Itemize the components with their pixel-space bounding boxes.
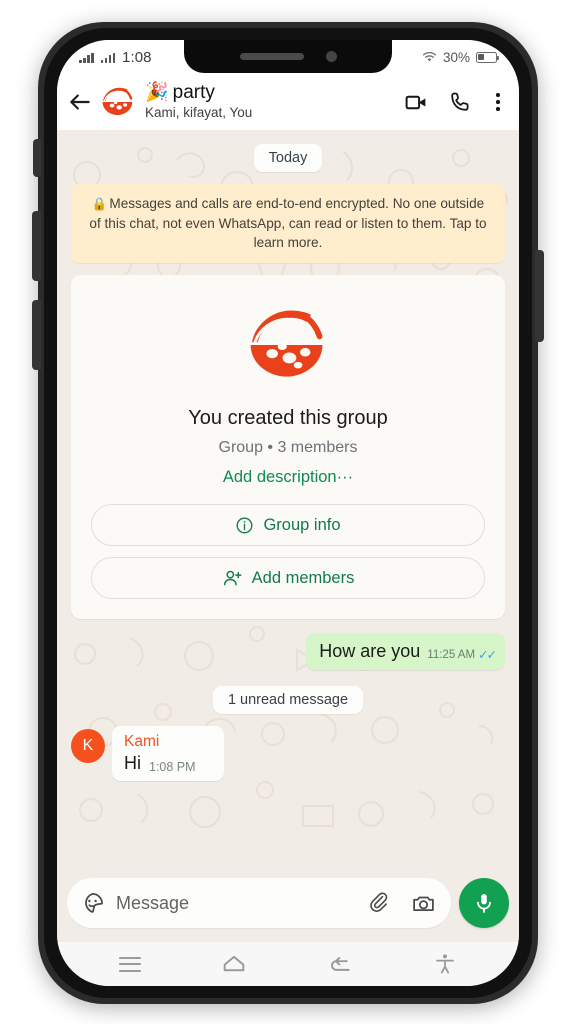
front-camera: [325, 51, 337, 62]
phone-call-icon[interactable]: [448, 90, 472, 114]
group-created-card: You created this group Group • 3 members…: [71, 275, 505, 620]
home-icon[interactable]: [221, 951, 247, 977]
cellular-signal-icon: [79, 52, 94, 63]
group-info-button-label: Group info: [263, 515, 341, 534]
party-emoji-icon: 🎉: [145, 82, 169, 104]
add-description-link[interactable]: Add description···: [91, 468, 485, 487]
lock-icon: 🔒: [91, 197, 108, 211]
header-text-block[interactable]: 🎉 party Kami, kifayat, You: [145, 82, 392, 121]
android-navigation-bar: [57, 942, 519, 986]
group-avatar-pizza-icon[interactable]: [99, 83, 137, 121]
sticker-emoji-icon[interactable]: [80, 891, 105, 916]
phone-power-button[interactable]: [535, 250, 544, 342]
chat-title: party: [172, 82, 215, 104]
message-sender-name: Kami: [124, 733, 160, 751]
encryption-notice[interactable]: 🔒 Messages and calls are end-to-end encry…: [71, 184, 505, 264]
header-actions: [404, 90, 505, 115]
wifi-icon: [422, 52, 437, 62]
message-time: 11:25 AM: [427, 648, 476, 661]
message-bubble-outgoing[interactable]: How are you 11:25 AM ✓✓: [306, 633, 505, 671]
message-text: Hi: [124, 753, 141, 774]
accessibility-icon[interactable]: [433, 952, 457, 976]
add-members-button-label: Add members: [251, 568, 355, 587]
phone-volume-up-button[interactable]: [32, 211, 41, 281]
date-divider: Today: [253, 144, 323, 172]
recent-apps-icon[interactable]: [119, 956, 141, 972]
message-row-incoming[interactable]: K Kami Hi 1:08 PM: [71, 726, 505, 781]
status-bar-left: 1:08: [79, 49, 152, 66]
earpiece-speaker: [239, 53, 304, 60]
paperclip-attach-icon[interactable]: [368, 891, 392, 915]
message-input-container[interactable]: Message: [67, 878, 451, 928]
battery-icon: [476, 51, 500, 63]
video-call-icon[interactable]: [404, 90, 429, 115]
battery-percent-label: 30%: [442, 49, 470, 65]
unread-messages-divider: 1 unread message: [212, 686, 364, 715]
phone-notch: [184, 40, 392, 73]
avatar[interactable]: K: [71, 729, 105, 764]
add-members-button[interactable]: Add members: [91, 557, 485, 600]
add-person-icon: [223, 570, 242, 586]
message-input-placeholder[interactable]: Message: [116, 893, 357, 914]
group-card-subtitle: Group • 3 members: [218, 439, 358, 457]
message-time: 1:08 PM: [149, 759, 196, 774]
chat-members-subtitle: Kami, kifayat, You: [145, 105, 253, 121]
message-meta: 11:25 AM ✓✓: [427, 647, 497, 663]
read-double-check-icon: ✓✓: [478, 648, 497, 663]
group-avatar-pizza-icon[interactable]: [240, 297, 336, 393]
cellular-signal-2-icon: [100, 52, 115, 63]
message-row-outgoing[interactable]: How are you 11:25 AM ✓✓: [71, 633, 505, 671]
group-card-title: You created this group: [188, 407, 388, 430]
message-input-bar: Message: [57, 870, 519, 942]
phone-volume-down-button[interactable]: [32, 300, 41, 370]
status-bar-right: 30%: [422, 49, 500, 65]
chat-message-list[interactable]: Today 🔒 Messages and calls are end-to-end…: [57, 130, 519, 870]
microphone-icon: [477, 894, 491, 913]
chat-header: 🎉 party Kami, kifayat, You: [57, 74, 519, 130]
voice-record-button[interactable]: [459, 878, 509, 928]
screenshot-root: 1:08 30% 🎉 party Kami, kifayat, You Toda…: [0, 0, 576, 1024]
incoming-text-line: Hi 1:08 PM: [124, 753, 213, 774]
message-bubble-incoming[interactable]: Kami Hi 1:08 PM: [112, 726, 224, 781]
phone-mute-switch[interactable]: [33, 139, 41, 177]
group-info-button[interactable]: Group info: [91, 504, 485, 547]
more-options-icon[interactable]: [491, 90, 505, 114]
chat-title-row: 🎉 party: [145, 82, 392, 104]
phone-screen: 1:08 30% 🎉 party Kami, kifayat, You Toda…: [57, 40, 519, 986]
status-bar-time: 1:08: [122, 48, 152, 66]
message-text: How are you: [319, 641, 421, 662]
camera-icon[interactable]: [411, 891, 436, 916]
info-circle-icon: [237, 517, 253, 534]
back-nav-icon[interactable]: [327, 951, 353, 977]
encryption-notice-text: Messages and calls are end-to-end encryp…: [89, 196, 487, 251]
back-arrow-icon[interactable]: [67, 89, 93, 115]
